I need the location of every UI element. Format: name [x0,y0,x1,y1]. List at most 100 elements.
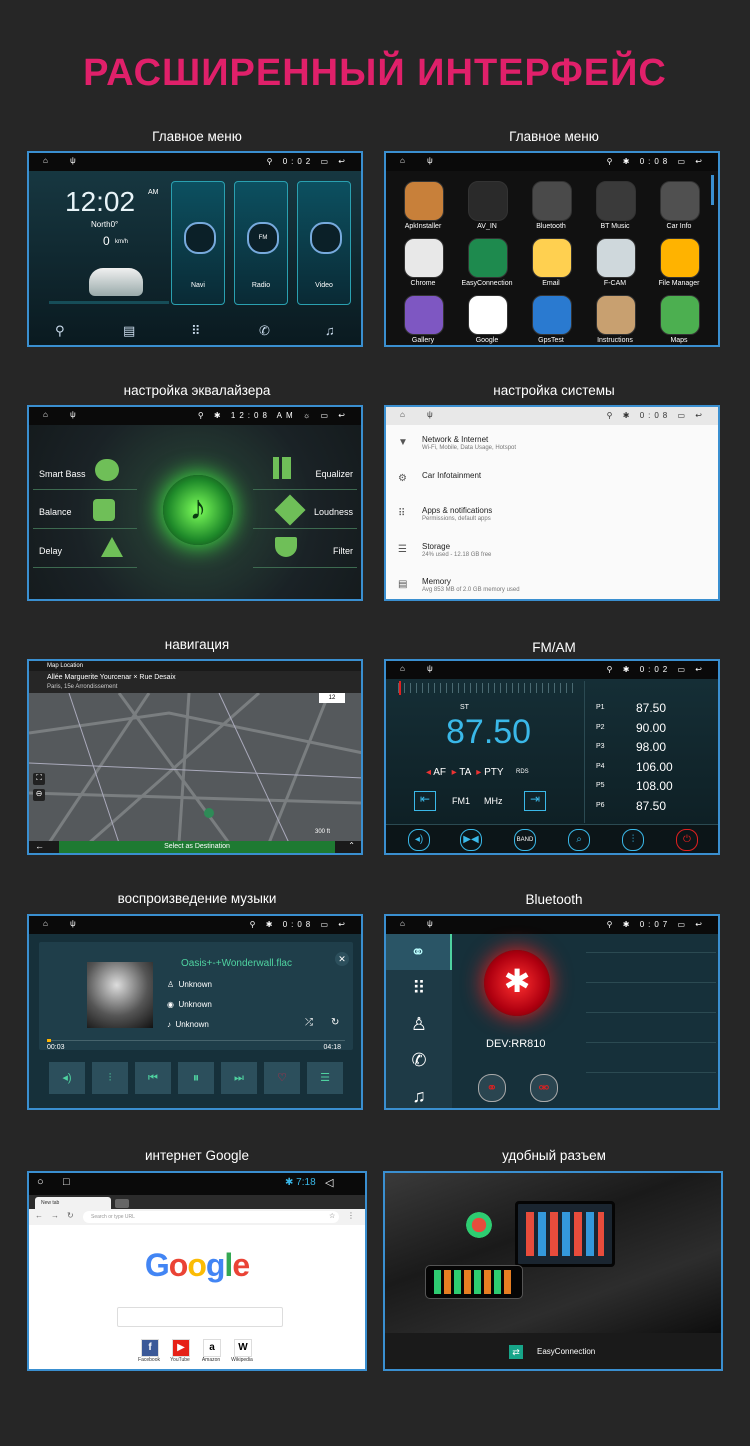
app-icon[interactable] [660,181,700,221]
location-dock-icon[interactable]: ⚲ [55,323,65,339]
app-icon[interactable] [468,181,508,221]
shortcut-icon[interactable]: W [234,1339,252,1357]
reload-icon[interactable]: ↻ [67,1211,74,1220]
app-icon[interactable] [660,295,700,335]
progress-track[interactable] [47,1039,345,1042]
recent-apps-icon[interactable]: ▭ [678,920,690,929]
settings-item-title[interactable]: Memory [422,577,451,586]
stereo-icon[interactable]: ▶◀ [460,829,482,851]
forward-arrow-icon[interactable]: → [51,1211,59,1220]
app-icon[interactable] [596,181,636,221]
preset-number[interactable]: P1 [596,704,605,711]
app-icon[interactable] [532,295,572,335]
app-label[interactable]: Car Info [646,223,712,230]
preset-number[interactable]: P3 [596,743,605,750]
volume-button[interactable]: ◂) [49,1062,85,1094]
select-destination-button[interactable]: Select as Destination [59,841,335,853]
shuffle-icon[interactable]: ⤮ [305,1017,313,1028]
repeat-icon[interactable]: ↻ [331,1017,339,1028]
next-button[interactable]: ⏭ [221,1062,257,1094]
preset-number[interactable]: P6 [596,802,605,809]
menu-icon[interactable]: ⋮ [347,1211,355,1220]
pause-button[interactable]: ⏸ [178,1062,214,1094]
preset-number[interactable]: P4 [596,763,605,770]
preset-frequency[interactable]: 87.50 [636,701,666,715]
seek-forward-button[interactable]: ⇥ [524,791,546,811]
loudness-label[interactable]: Loudness [314,507,353,517]
app-icon[interactable] [404,181,444,221]
app-label[interactable]: EasyConnection [454,280,520,287]
app-label[interactable]: F-CAM [582,280,648,287]
map-view[interactable] [29,693,363,843]
shortcut-icon[interactable]: a [203,1339,221,1357]
apps-grid-icon[interactable]: ⠿ [191,323,201,339]
disconnect-button[interactable]: ⚮ [530,1074,558,1102]
radio-dock-icon[interactable]: ▤ [123,323,135,339]
recent-apps-icon[interactable]: ▭ [678,411,690,420]
delay-label[interactable]: Delay [39,546,62,556]
home-icon[interactable]: ⌂ ψ [43,919,86,928]
preset-frequency[interactable]: 98.00 [636,740,666,754]
settings-item-title[interactable]: Car Infotainment [422,471,481,480]
star-icon[interactable]: ☆ [329,1212,335,1220]
search-icon[interactable]: ⌕ [568,829,590,851]
back-icon[interactable]: ↩ [338,920,349,929]
ta-flag[interactable]: TA [459,767,470,778]
phone-dock-icon[interactable]: ✆ [259,323,270,339]
recent-apps-icon[interactable]: ▭ [321,411,333,420]
contacts-icon[interactable]: ♙ [386,1006,452,1042]
app-icon[interactable] [404,295,444,335]
preset-frequency[interactable]: 108.00 [636,779,673,793]
preset-number[interactable]: P5 [596,782,605,789]
app-label[interactable]: BT Music [582,223,648,230]
close-icon[interactable]: ✕ [335,952,349,966]
home-icon[interactable]: ⌂ ψ [43,410,86,419]
app-label[interactable]: Google [454,337,520,344]
filter-icon[interactable] [275,537,297,557]
chevron-up-icon[interactable]: ⌃ [348,841,355,850]
equalizer-label[interactable]: Equalizer [315,469,353,479]
back-icon[interactable]: ↩ [338,157,349,166]
video-card[interactable]: Video [297,181,351,305]
app-icon[interactable] [532,238,572,278]
tuning-needle[interactable] [399,681,401,695]
recent-apps-icon[interactable]: ▭ [321,920,333,929]
tuning-scale[interactable] [398,683,578,693]
back-icon[interactable]: ↩ [695,665,706,674]
filter-label[interactable]: Filter [333,546,353,556]
music-dock-icon[interactable]: ♫ [325,323,335,338]
bt-music-icon[interactable]: ♫ [386,1078,452,1108]
home-icon[interactable]: ⌂ ψ [400,664,443,673]
equalizer-button[interactable]: ⫶ [92,1062,128,1094]
app-icon[interactable] [596,238,636,278]
home-circle-icon[interactable]: ○ [37,1176,44,1188]
app-label[interactable]: Instructions [582,337,648,344]
recent-apps-icon[interactable]: ▭ [678,665,690,674]
home-icon[interactable]: ⌂ ψ [400,156,443,165]
scrollbar[interactable] [711,175,714,205]
back-icon[interactable]: ↩ [695,411,706,420]
app-icon[interactable] [468,238,508,278]
app-icon[interactable] [596,295,636,335]
balance-icon[interactable] [93,499,115,521]
back-icon[interactable]: ↩ [695,157,706,166]
navi-card[interactable]: Navi [171,181,225,305]
back-icon[interactable]: ↩ [338,411,349,420]
settings-item-title[interactable]: Network & Internet [422,435,488,444]
delay-icon[interactable] [101,537,123,557]
home-icon[interactable]: ⌂ ψ [400,410,443,419]
recent-square-icon[interactable]: □ [63,1176,70,1188]
shortcut-icon[interactable]: ▶ [172,1339,190,1357]
app-label[interactable]: File Manager [646,280,712,287]
app-label[interactable]: Gallery [390,337,456,344]
app-label[interactable]: Email [518,280,584,287]
shortcut-label[interactable]: Facebook [135,1357,163,1363]
playlist-button[interactable]: ☰ [307,1062,343,1094]
shortcut-label[interactable]: Wikipedia [228,1357,256,1363]
settings-item-title[interactable]: Apps & notifications [422,506,492,515]
back-icon[interactable]: ↩ [695,920,706,929]
fullscreen-icon[interactable]: ⛶ [33,773,45,785]
app-label[interactable]: AV_IN [454,223,520,230]
url-bar[interactable]: Search or type URL [83,1211,339,1223]
home-icon[interactable]: ⌂ ψ [400,919,443,928]
